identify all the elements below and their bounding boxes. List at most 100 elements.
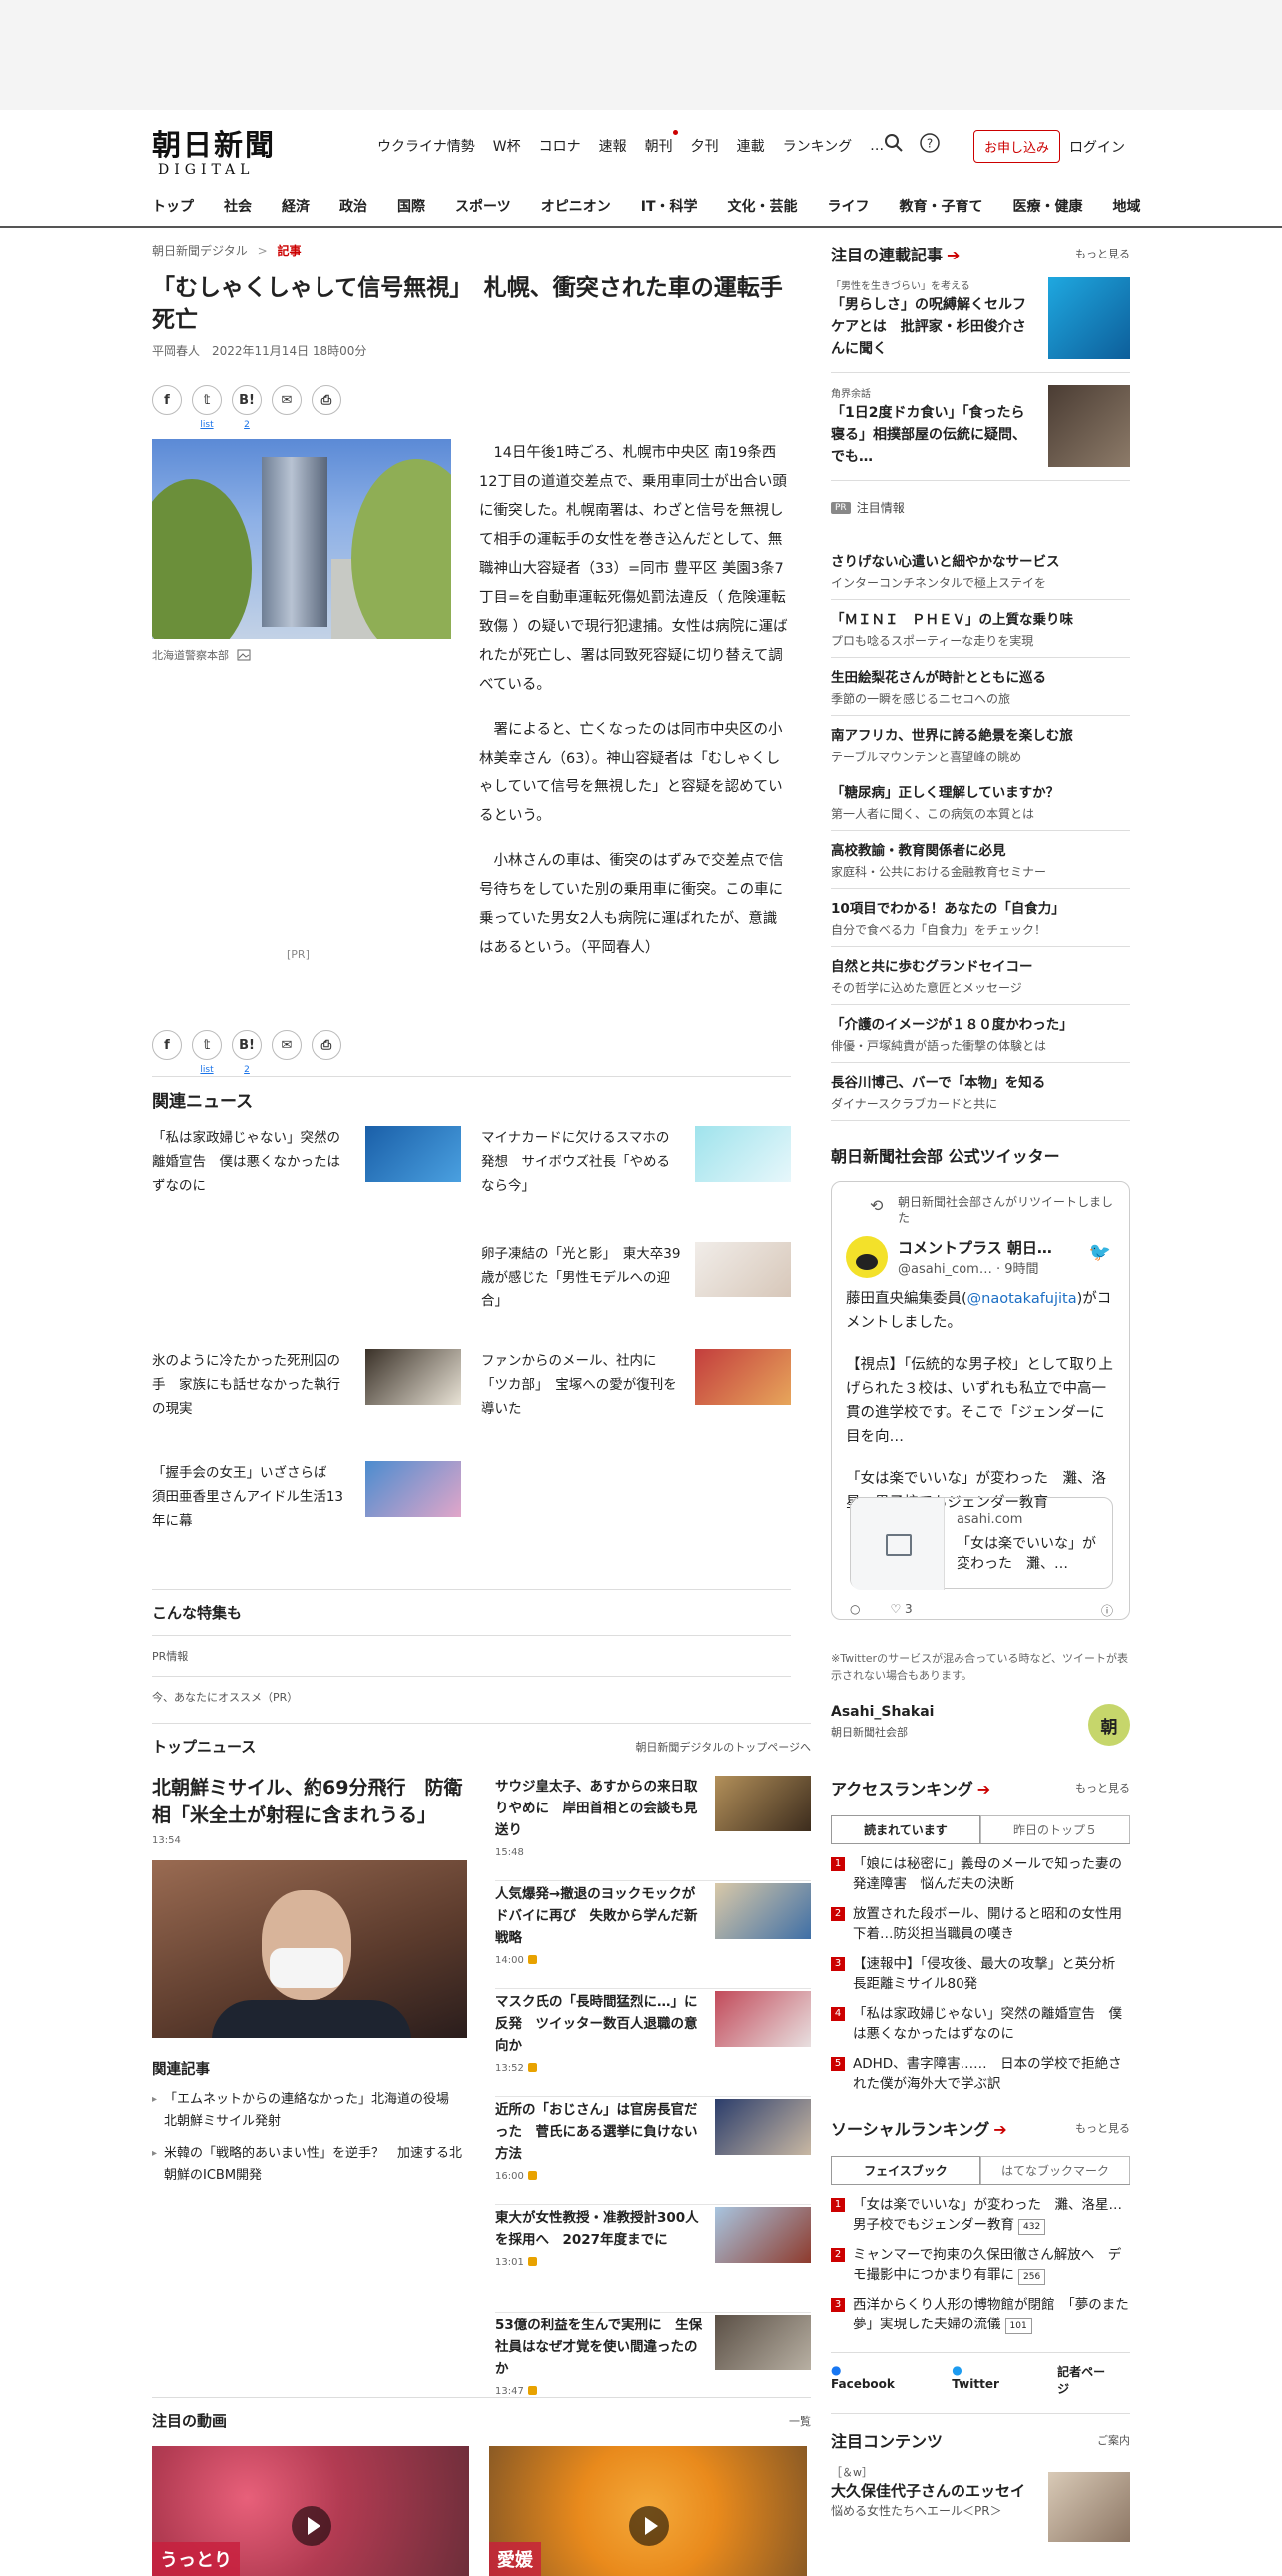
social-ranking-item[interactable]: 1 「女は楽でいいな」が変わった 灘、洛星…男子校でもジェンダー教育 432: [831, 2195, 1130, 2235]
pr-item[interactable]: 南アフリカ、世界に誇る絶景を楽しむ旅 テーブルマウンテンと喜望峰の眺め: [831, 716, 1130, 773]
pr-item[interactable]: 「ＭＩＮＩ ＰＨＥＶ」の上質な乗り味 プロも唸るスポーティーな走りを実現: [831, 600, 1130, 658]
twitter-link[interactable]: ● Twitter: [952, 2363, 1041, 2397]
video-thumb[interactable]: 愛媛: [489, 2446, 807, 2576]
twitter-list-link[interactable]: list: [200, 420, 213, 430]
search-icon[interactable]: [883, 132, 905, 154]
cat-sports[interactable]: スポーツ: [455, 196, 511, 216]
tab-hatena[interactable]: はてなブックマーク: [980, 2156, 1130, 2184]
site-logo[interactable]: 朝日新聞 DIGITAL: [152, 122, 276, 178]
cat-economy[interactable]: 経済: [282, 196, 310, 216]
special-pr-row[interactable]: PR情報: [152, 1635, 791, 1676]
twitter-list-link[interactable]: list: [200, 1065, 213, 1075]
access-ranking-more[interactable]: もっと見る: [1075, 1780, 1130, 1796]
serial-more-link[interactable]: もっと見る: [1075, 246, 1130, 261]
attention-thumb[interactable]: [1048, 2472, 1130, 2542]
tweet-author[interactable]: コメントプラス 朝日… @asahi_com… · 9時間: [846, 1236, 1115, 1278]
nav-evening[interactable]: 夕刊: [691, 136, 719, 156]
twitter-account[interactable]: Asahi_Shakai 朝日新聞社会部 朝: [831, 1704, 1130, 1754]
lead-headline[interactable]: 北朝鮮ミサイル、約69分飛行 防衛相「米全土が射程に含まれうる」: [152, 1774, 467, 1829]
account-avatar[interactable]: 朝: [1088, 1704, 1130, 1746]
videos-more-link[interactable]: 一覧: [789, 2413, 811, 2429]
cat-it-science[interactable]: IT・科学: [641, 196, 698, 216]
attention-more[interactable]: ご案内: [1097, 2432, 1130, 2448]
social-ranking-item[interactable]: 3 西洋からくり人形の博物館が閉館 「夢のまた夢」実現した夫婦の流儀 101: [831, 2295, 1130, 2334]
cat-region[interactable]: 地域: [1113, 196, 1141, 216]
ranking-item[interactable]: 3 【速報中】「侵攻後、最大の攻撃」と英分析 長距離ミサイル80発: [831, 1954, 1130, 1994]
cat-opinion[interactable]: オピニオン: [541, 196, 611, 216]
hatena-count[interactable]: 2: [244, 420, 250, 430]
cat-life[interactable]: ライフ: [828, 196, 870, 216]
like-button[interactable]: ♡ 3: [890, 1602, 912, 1619]
nav-worldcup[interactable]: W杯: [493, 136, 521, 156]
ranking-item[interactable]: 4 「私は家政婦じゃない」突然の離婚宣告 僕は悪くなかったはずなのに: [831, 2004, 1130, 2044]
nav-serial[interactable]: 連載: [737, 136, 765, 156]
top-news-item[interactable]: 人気爆発→撤退のヨックモックがドバイに再び 失敗から学んだ新戦略 14:00: [495, 1881, 811, 1989]
hatena-count[interactable]: 2: [244, 1065, 250, 1075]
reply-icon[interactable]: ○: [850, 1602, 860, 1619]
twitter-share-button[interactable]: 𝕥 list: [192, 385, 222, 430]
serial-item[interactable]: 「男性を生きづらい」を考える 「男らしさ」の呪縛解くセルフケアとは 批評家・杉田…: [831, 265, 1130, 373]
lead-related-item[interactable]: 「エムネットからの連絡なかった」北海道の役場 北朝鮮ミサイル発射: [152, 2089, 467, 2133]
nav-ranking[interactable]: ランキング: [783, 136, 853, 156]
lead-related-item[interactable]: 米韓の「戦略的あいまい性」を逆手？ 加速する北朝鮮のICBM開発: [152, 2143, 467, 2187]
related-item[interactable]: 「握手会の女王」いざさらば 須田亜香里さんアイドル生活13年に幕: [152, 1461, 461, 1533]
tab-facebook[interactable]: フェイスブック: [831, 2156, 980, 2184]
tab-most-read[interactable]: 読まれています: [831, 1815, 980, 1843]
related-item[interactable]: ファンからのメール、社内に「ツカ部」 宝塚への愛が復刊を導いた: [481, 1349, 791, 1421]
cat-culture[interactable]: 文化・芸能: [728, 196, 798, 216]
cat-society[interactable]: 社会: [224, 196, 252, 216]
cat-top[interactable]: トップ: [152, 196, 194, 216]
cat-education[interactable]: 教育・子育て: [900, 196, 983, 216]
facebook-share-button[interactable]: f: [152, 1030, 182, 1060]
video-thumb[interactable]: うっとり: [152, 2446, 469, 2576]
hatena-share-button[interactable]: B! 2: [232, 1030, 262, 1075]
nav-corona[interactable]: コロナ: [539, 136, 581, 156]
tweet-avatar[interactable]: [846, 1236, 888, 1278]
tab-yesterday-top5[interactable]: 昨日のトップ５: [980, 1815, 1130, 1843]
related-item[interactable]: 卵子凍結の「光と影」 東大卒39歳が感じた「男性モデルへの迎合」: [481, 1242, 791, 1313]
facebook-link[interactable]: ● Facebook: [831, 2363, 936, 2397]
nav-morning[interactable]: 朝刊: [645, 130, 678, 156]
pr-item[interactable]: 10項目でわかる！あなたの「自食力」 自分で食べる力「自食力」をチェック！: [831, 889, 1130, 947]
facebook-share-button[interactable]: f: [152, 385, 182, 415]
ranking-item[interactable]: 5 ADHD、書字障害…… 日本の学校で拒絶された僕が海外大で学ぶ訳: [831, 2054, 1130, 2094]
related-item[interactable]: 氷のように冷たかった死刑囚の手 家族にも話せなかった執行の現実: [152, 1349, 461, 1421]
pr-item[interactable]: 高校教諭・教育関係者に必見 家庭科・公共における金融教育セミナー: [831, 831, 1130, 889]
social-ranking-item[interactable]: 2 ミャンマーで拘束の久保田徹さん解放へ デモ撮影中につかまり有罪に 256: [831, 2245, 1130, 2285]
serial-item[interactable]: 角界余話 「1日2度ドカ食い」「食ったら寝る」相撲部屋の伝統に疑問、でも…: [831, 373, 1130, 481]
pr-item[interactable]: さりげない心遣いと細やかなサービス インターコンチネンタルで極上ステイを: [831, 542, 1130, 600]
pr-item[interactable]: 生田絵梨花さんが時計とともに巡る 季節の一瞬を感じるニセコへの旅: [831, 658, 1130, 716]
related-item[interactable]: マイナカードに欠けるスマホの発想 サイボウズ社長「やめるなら今」: [481, 1126, 791, 1198]
top-news-item[interactable]: 近所の「おじさん」は官房長官だった 菅氏にある選挙に負けない方法 16:00: [495, 2097, 811, 2205]
social-ranking-more[interactable]: もっと見る: [1075, 2120, 1130, 2136]
top-news-more-link[interactable]: 朝日新聞デジタルのトップページへ: [635, 1739, 811, 1755]
ranking-item[interactable]: 2 放置された段ボール、開けると昭和の女性用下着…防災担当職員の嘆き: [831, 1904, 1130, 1944]
top-news-item[interactable]: マスク氏の「長時間猛烈に…」に反発 ツイッター数百人退職の意向か 13:52: [495, 1989, 811, 2097]
tweet-mention-link[interactable]: @naotakafujita: [967, 1291, 1077, 1307]
top-news-item[interactable]: サウジ皇太子、あすからの来日取りやめに 岸田首相との会談も見送り 15:48: [495, 1774, 811, 1881]
ranking-item[interactable]: 1 「娘には秘密に」義母のメールで知った妻の発達障害 悩んだ夫の決断: [831, 1854, 1130, 1894]
info-icon[interactable]: ⓘ: [1101, 1602, 1113, 1619]
cat-politics[interactable]: 政治: [339, 196, 367, 216]
login-button[interactable]: ログイン: [1069, 137, 1125, 157]
gallery-icon[interactable]: [237, 649, 251, 661]
help-icon[interactable]: ?: [919, 132, 941, 154]
print-button[interactable]: ⎙: [312, 1030, 341, 1060]
pr-item[interactable]: 「介護のイメージが１８０度かわった」 俳優・戸塚純貴が語った衝撃の体験とは: [831, 1005, 1130, 1063]
pr-item[interactable]: 自然と共に歩むグランドセイコー その哲学に込めた意匠とメッセージ: [831, 947, 1130, 1005]
mail-share-button[interactable]: ✉: [272, 1030, 302, 1060]
mail-share-button[interactable]: ✉: [272, 385, 302, 415]
hatena-share-button[interactable]: B! 2: [232, 385, 262, 430]
lead-photo[interactable]: [152, 1860, 467, 2038]
nav-ukraine[interactable]: ウクライナ情勢: [377, 136, 475, 156]
subscribe-button[interactable]: お申し込み: [973, 130, 1061, 163]
pr-item[interactable]: 「糖尿病」正しく理解していますか？ 第一人者に聞く、この病気の本質とは: [831, 773, 1130, 831]
breadcrumb-site[interactable]: 朝日新聞デジタル: [152, 244, 248, 258]
twitter-share-button[interactable]: 𝕥 list: [192, 1030, 222, 1075]
related-item[interactable]: 「私は家政婦じゃない」突然の離婚宣告 僕は悪くなかったはずなのに: [152, 1126, 461, 1198]
nav-breaking[interactable]: 速報: [599, 136, 627, 156]
cat-international[interactable]: 国際: [397, 196, 425, 216]
article-photo[interactable]: [152, 439, 451, 639]
cat-health[interactable]: 医療・健康: [1013, 196, 1083, 216]
print-button[interactable]: ⎙: [312, 385, 341, 415]
